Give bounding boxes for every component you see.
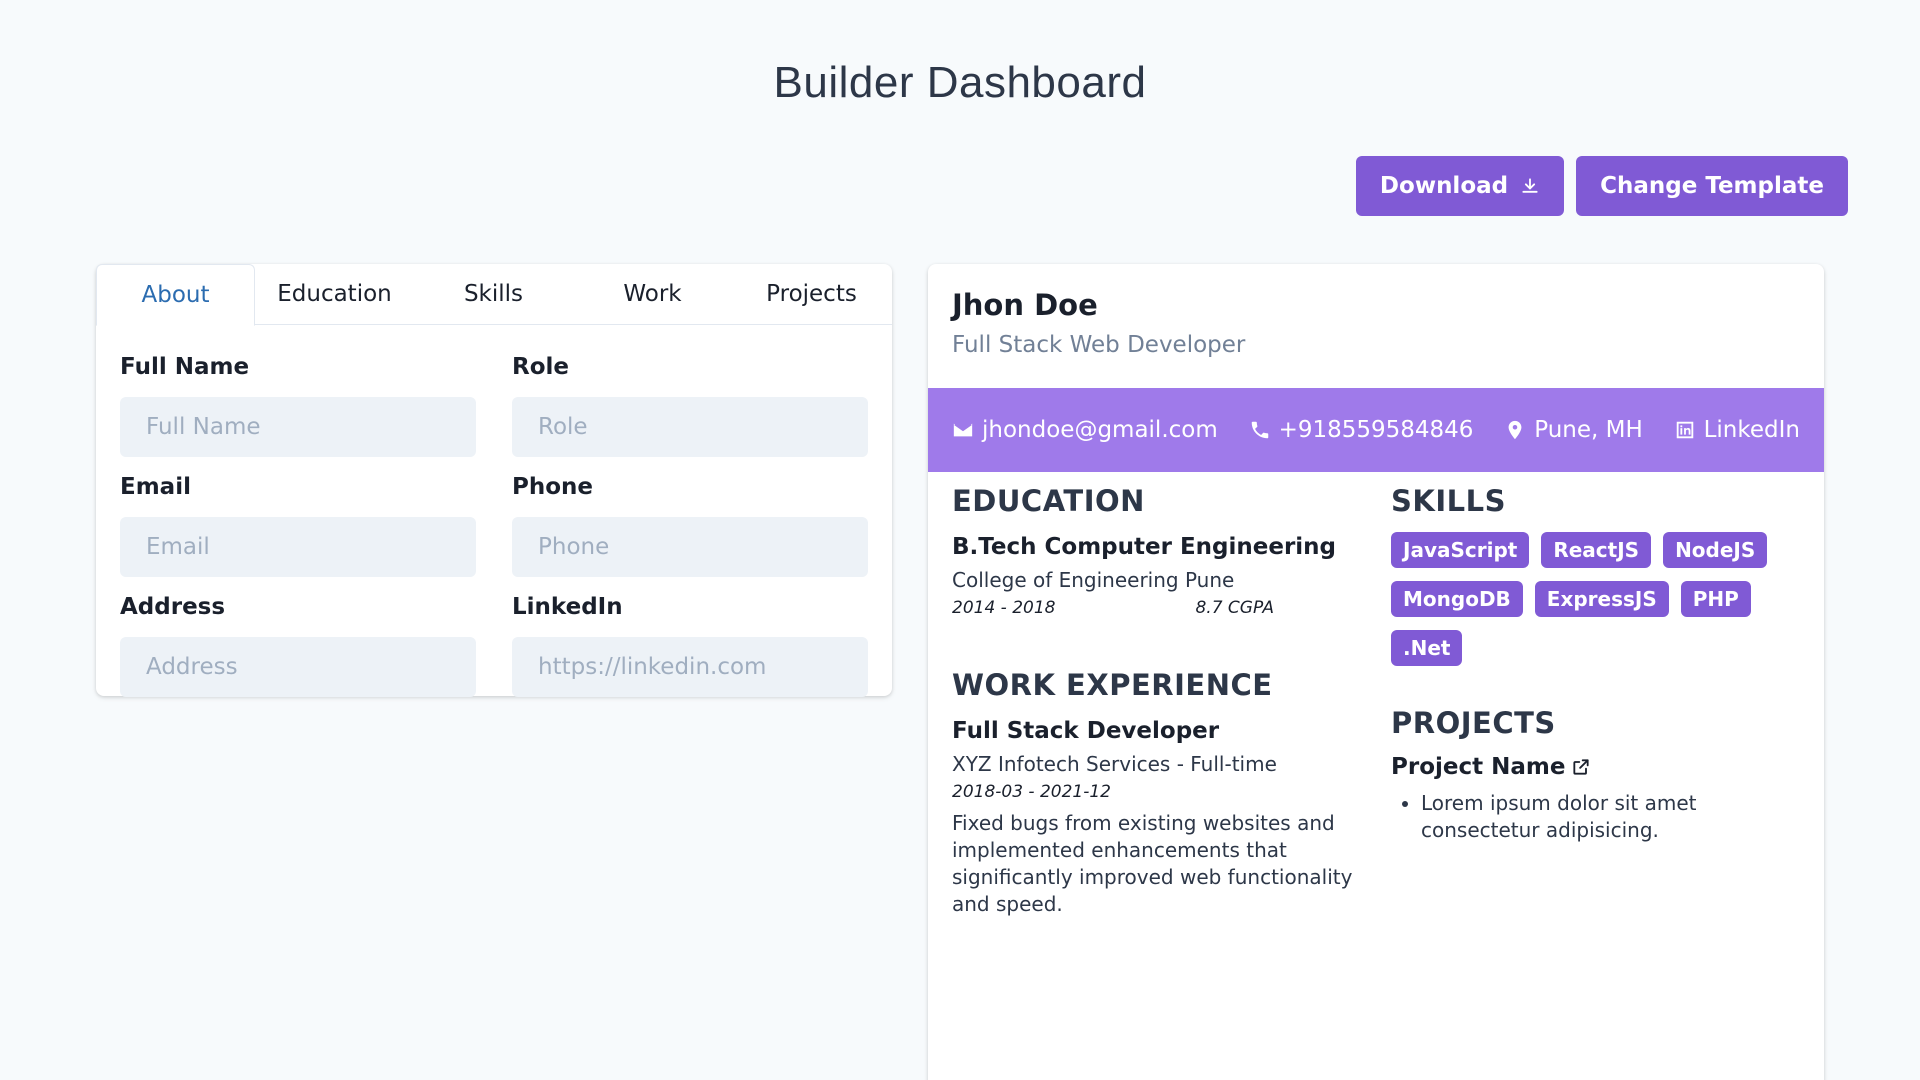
phone-input[interactable] xyxy=(512,517,868,577)
email-label: Email xyxy=(120,474,191,500)
skills-list: JavaScript ReactJS NodeJS MongoDB Expres… xyxy=(1391,532,1811,666)
resume-name: Jhon Doe xyxy=(952,288,1098,322)
download-label: Download xyxy=(1379,173,1509,199)
email-input[interactable] xyxy=(120,517,476,577)
skill-badge: ExpressJS xyxy=(1534,581,1669,617)
page-title: Builder Dashboard xyxy=(773,58,1147,107)
external-link-icon xyxy=(1573,759,1590,775)
role-field: Role xyxy=(512,349,868,469)
contact-phone-text: +918559584846 xyxy=(1278,417,1474,443)
linkedin-input[interactable] xyxy=(512,637,868,697)
phone-label: Phone xyxy=(512,474,594,500)
skill-badge: PHP xyxy=(1680,581,1751,617)
about-form: Full Name Role Email Phone Address Linke… xyxy=(96,325,892,709)
linkedin-field: LinkedIn xyxy=(512,589,868,709)
skill-badge: JavaScript xyxy=(1391,532,1530,568)
projects-heading: PROJECTS xyxy=(1391,706,1556,740)
skill-badge: NodeJS xyxy=(1663,532,1768,568)
project-points: Lorem ipsum dolor sit amet consectetur a… xyxy=(1391,790,1811,844)
phone-icon xyxy=(1251,421,1268,439)
skills-heading: SKILLS xyxy=(1391,484,1506,518)
work-company: XYZ Infotech Services - Full-time xyxy=(952,752,1277,776)
education-years: 2014 - 2018 xyxy=(952,598,1056,618)
resume-role: Full Stack Web Developer xyxy=(952,332,1246,358)
full-name-input[interactable] xyxy=(120,397,476,457)
contact-address-text: Pune, MH xyxy=(1534,417,1643,443)
skill-badge: .Net xyxy=(1391,630,1463,666)
skill-badge: ReactJS xyxy=(1541,532,1652,568)
editor-panel: About Education Skills Work Projects Ful… xyxy=(96,264,892,697)
project-name[interactable]: Project Name xyxy=(1391,754,1811,780)
resume-preview: Jhon Doe Full Stack Web Developer jhondo… xyxy=(928,264,1824,1080)
address-input[interactable] xyxy=(120,637,476,697)
change-template-label: Change Template xyxy=(1600,173,1824,199)
resume-right-column: SKILLS JavaScript ReactJS NodeJS MongoDB… xyxy=(1391,484,1811,844)
change-template-button[interactable]: Change Template xyxy=(1576,156,1848,216)
tab-about[interactable]: About xyxy=(96,264,255,326)
contact-phone[interactable]: +918559584846 xyxy=(1249,417,1474,443)
address-label: Address xyxy=(120,594,226,620)
tab-work[interactable]: Work xyxy=(573,264,732,324)
address-field: Address xyxy=(120,589,476,709)
role-input[interactable] xyxy=(512,397,868,457)
action-bar: Download Change Template xyxy=(1355,156,1848,216)
work-heading: WORK EXPERIENCE xyxy=(952,668,1273,702)
full-name-field: Full Name xyxy=(120,349,476,469)
education-heading: EDUCATION xyxy=(952,484,1145,518)
role-label: Role xyxy=(512,354,569,380)
phone-field: Phone xyxy=(512,469,868,589)
download-icon xyxy=(1522,178,1538,193)
list-item: Lorem ipsum dolor sit amet consectetur a… xyxy=(1421,790,1811,844)
work-position: Full Stack Developer xyxy=(952,718,1220,744)
tab-projects[interactable]: Projects xyxy=(732,264,891,324)
email-field: Email xyxy=(120,469,476,589)
work-dates: 2018-03 - 2021-12 xyxy=(952,782,1112,802)
contact-linkedin-text: LinkedIn xyxy=(1703,417,1800,443)
full-name-label: Full Name xyxy=(120,354,250,380)
work-description: Fixed bugs from existing websites and im… xyxy=(952,811,1353,916)
mail-icon xyxy=(953,423,973,437)
contact-bar: jhondoe@gmail.com +918559584846 Pune, MH… xyxy=(928,388,1824,472)
linkedin-icon xyxy=(1676,421,1693,439)
download-button[interactable]: Download xyxy=(1355,156,1565,216)
contact-email[interactable]: jhondoe@gmail.com xyxy=(952,417,1218,443)
education-grade: 8.7 CGPA xyxy=(1195,598,1274,618)
linkedin-label: LinkedIn xyxy=(512,594,623,620)
tab-skills[interactable]: Skills xyxy=(414,264,573,324)
resume-left-column: EDUCATION B.Tech Computer Engineering Co… xyxy=(952,484,1372,918)
contact-linkedin[interactable]: LinkedIn xyxy=(1674,417,1800,443)
skill-badge: MongoDB xyxy=(1391,581,1523,617)
tab-education[interactable]: Education xyxy=(255,264,414,324)
project-name-text: Project Name xyxy=(1391,754,1566,780)
location-pin-icon xyxy=(1508,420,1522,440)
education-school: College of Engineering Pune xyxy=(952,568,1235,592)
contact-email-text: jhondoe@gmail.com xyxy=(982,417,1218,443)
tab-bar: About Education Skills Work Projects xyxy=(96,264,892,326)
education-degree: B.Tech Computer Engineering xyxy=(952,534,1337,560)
education-meta: 2014 - 2018 8.7 CGPA xyxy=(952,598,1274,618)
contact-address: Pune, MH xyxy=(1504,417,1643,443)
